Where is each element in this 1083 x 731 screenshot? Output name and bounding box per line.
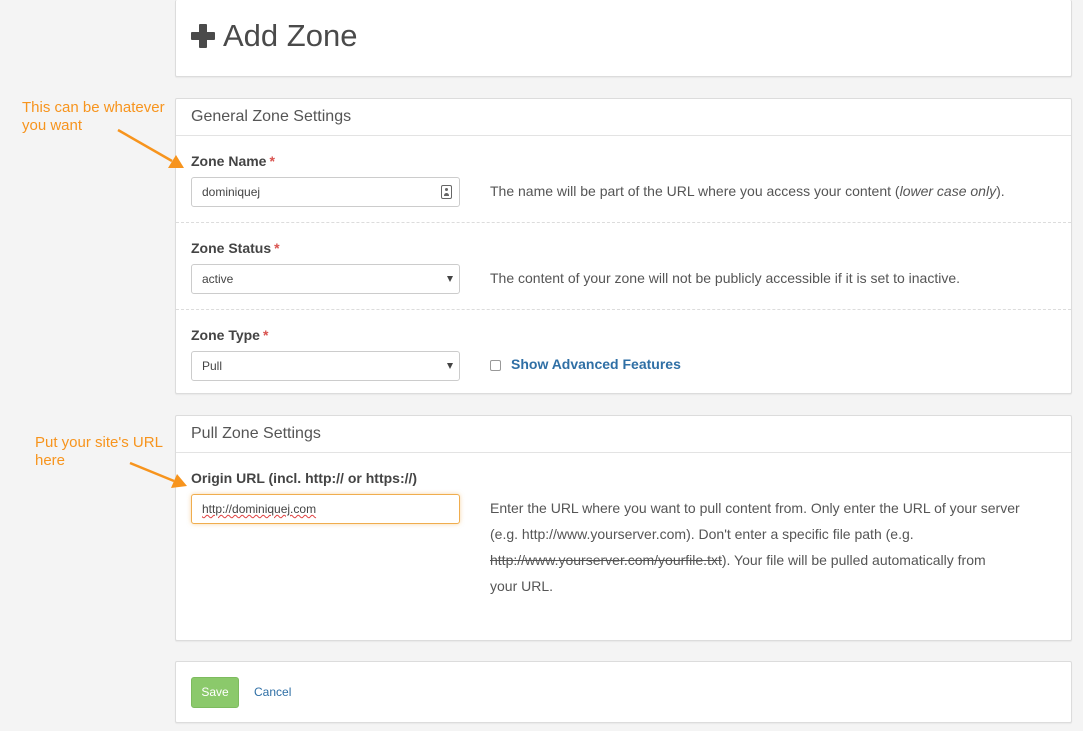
general-settings-heading: General Zone Settings [176, 99, 1071, 136]
zone-type-row: Zone Type * Pull Show Advanced Features [176, 310, 1071, 396]
zone-name-help-emphasis: lower case only [899, 183, 997, 199]
zone-type-value: Pull [202, 359, 223, 373]
origin-url-label: Origin URL (incl. http:// or https://) [191, 470, 418, 486]
zone-name-value: dominiquej [202, 185, 261, 199]
plus-icon [191, 24, 215, 48]
zone-type-label-text: Zone Type [191, 327, 260, 343]
required-marker: * [269, 153, 275, 169]
pull-settings-heading: Pull Zone Settings [176, 416, 1071, 453]
annotation-line: Put your site's URL [35, 434, 163, 451]
zone-status-label-text: Zone Status [191, 240, 272, 256]
origin-help-line: http://www.yourserver.com/yourfile.txt).… [490, 547, 1020, 573]
origin-help-line: your URL. [490, 578, 554, 594]
zone-name-annotation: This can be whatever you want [22, 99, 165, 135]
pull-settings-panel: Pull Zone Settings Origin URL (incl. htt… [175, 415, 1072, 664]
origin-help-text: ). Your file will be pulled automaticall… [721, 552, 986, 568]
zone-status-select[interactable]: active [191, 264, 460, 294]
annotation-line: you want [22, 117, 83, 134]
form-actions-panel: Save Cancel [175, 661, 1072, 723]
cancel-link[interactable]: Cancel [254, 685, 291, 699]
required-marker: * [262, 327, 269, 343]
zone-status-value: active [202, 272, 234, 286]
contact-card-icon[interactable] [441, 185, 452, 199]
zone-status-row: Zone Status * active The content of your … [176, 223, 1071, 310]
general-settings-panel: General Zone Settings Zone Name * dominiq… [175, 98, 1072, 394]
origin-help-line: (e.g. http://www.yourserver.com). Don't … [490, 526, 914, 542]
save-button[interactable]: Save [191, 677, 239, 708]
caret-down-icon [447, 276, 453, 282]
zone-status-label: Zone Status * [191, 240, 280, 256]
origin-url-help: Enter the URL where you want to pull con… [490, 495, 1020, 599]
zone-name-label: Zone Name * [191, 153, 275, 169]
origin-url-row: Origin URL (incl. http:// or https://) h… [176, 453, 1071, 664]
origin-url-annotation: Put your site's URL here [35, 434, 163, 470]
annotation-line: This can be whatever [22, 99, 165, 116]
zone-name-label-text: Zone Name [191, 153, 267, 169]
advanced-features-label[interactable]: Show Advanced Features [511, 356, 681, 372]
zone-name-input[interactable]: dominiquej [191, 177, 460, 207]
origin-url-input[interactable]: http://dominiquej.com [191, 494, 460, 524]
page-title: Add Zone [191, 18, 357, 54]
zone-name-help-suffix: ). [996, 183, 1005, 199]
zone-type-label: Zone Type * [191, 327, 268, 343]
zone-status-help: The content of your zone will not be pub… [490, 270, 961, 286]
origin-help-line: Enter the URL where you want to pull con… [490, 500, 1020, 516]
page-header: Add Zone [175, 0, 1072, 77]
annotation-line: here [35, 452, 66, 469]
origin-url-value: http://dominiquej.com [202, 502, 317, 516]
caret-down-icon [447, 363, 453, 369]
zone-name-help: The name will be part of the URL where y… [490, 178, 1005, 204]
advanced-features-checkbox[interactable] [490, 360, 501, 371]
origin-help-example-path: http://www.yourserver.com/yourfile.txt [490, 552, 722, 568]
zone-type-select[interactable]: Pull [191, 351, 460, 381]
required-marker: * [274, 240, 280, 256]
zone-name-help-text: The name will be part of the URL where y… [490, 183, 900, 199]
zone-name-row: Zone Name * dominiquej The name will be p… [176, 136, 1071, 223]
page-title-text: Add Zone [223, 18, 358, 53]
